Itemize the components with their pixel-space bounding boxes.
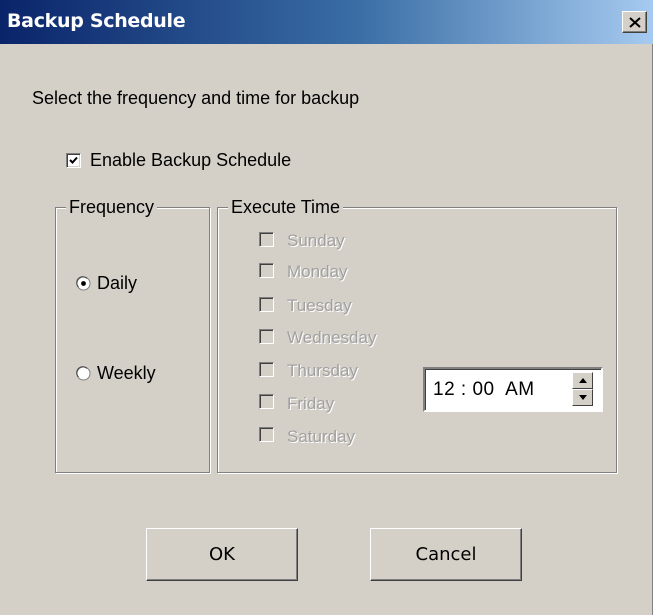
dialog-title: Backup Schedule — [7, 10, 186, 32]
friday-checkbox[interactable] — [259, 394, 274, 409]
execute-time-legend: Execute Time — [228, 197, 344, 217]
wednesday-label: Wednesday — [287, 328, 377, 347]
enable-backup-label[interactable]: Enable Backup Schedule — [90, 150, 291, 171]
daily-radio[interactable] — [76, 276, 91, 291]
time-value[interactable]: 12 : 00 AM — [433, 379, 535, 401]
time-picker[interactable]: 12 : 00 AM — [423, 367, 603, 412]
enable-backup-checkbox[interactable] — [66, 153, 81, 168]
sunday-label: Sunday — [287, 231, 345, 250]
saturday-checkbox[interactable] — [259, 427, 274, 442]
weekly-label[interactable]: Weekly — [97, 363, 156, 384]
saturday-label: Saturday — [287, 427, 356, 446]
backup-schedule-dialog: Backup Schedule Select the frequency and… — [0, 0, 653, 615]
friday-label: Friday — [287, 394, 335, 413]
thursday-label: Thursday — [287, 361, 358, 380]
time-decrement-button[interactable] — [572, 389, 593, 406]
frequency-group — [55, 207, 210, 473]
daily-label[interactable]: Daily — [97, 273, 137, 294]
tuesday-label: Tuesday — [287, 296, 352, 315]
sunday-checkbox[interactable] — [259, 232, 274, 247]
frequency-legend: Frequency — [66, 197, 158, 217]
monday-checkbox[interactable] — [259, 263, 274, 278]
tuesday-checkbox[interactable] — [259, 297, 274, 312]
arrow-down-icon — [579, 395, 587, 400]
thursday-checkbox[interactable] — [259, 362, 274, 377]
execute-time-group — [217, 207, 617, 473]
instruction-text: Select the frequency and time for backup — [32, 88, 360, 108]
close-icon — [629, 17, 641, 28]
close-button[interactable] — [622, 11, 647, 33]
title-bar[interactable]: Backup Schedule — [0, 0, 653, 44]
ok-button[interactable]: OK — [146, 528, 298, 581]
cancel-button[interactable]: Cancel — [370, 528, 522, 581]
time-increment-button[interactable] — [572, 372, 593, 389]
weekly-radio[interactable] — [76, 366, 91, 381]
arrow-up-icon — [579, 378, 587, 383]
monday-label: Monday — [287, 262, 348, 281]
checkmark-icon — [69, 156, 78, 164]
wednesday-checkbox[interactable] — [259, 329, 274, 344]
